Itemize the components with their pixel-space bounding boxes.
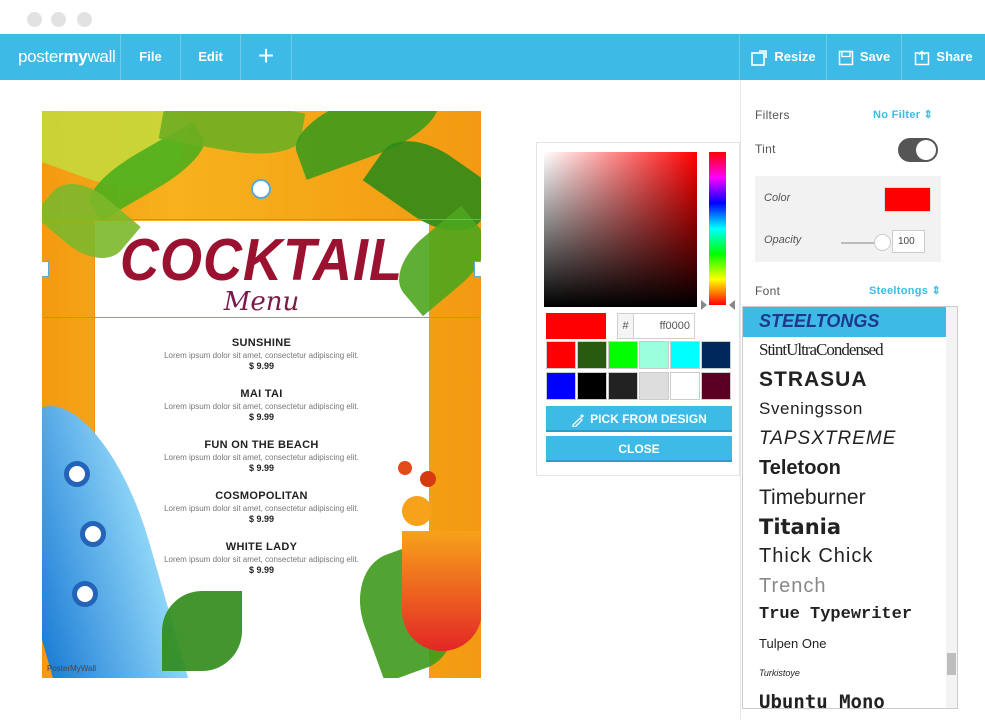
flower-decoration [72,581,98,607]
color-swatch[interactable] [701,341,731,369]
selection-line [42,219,481,220]
tint-label: Tint [755,142,776,156]
poster-subtitle[interactable]: Menu [42,287,481,317]
flower-decoration [64,461,90,487]
current-color-swatch [546,313,606,339]
poster-title[interactable]: COCKTAIL [42,226,481,294]
window-chrome [0,0,985,34]
opacity-input[interactable]: 100 [892,230,925,253]
share-label: Share [936,49,973,64]
color-swatch[interactable] [577,341,607,369]
font-option[interactable]: Sveningsson [743,395,948,425]
cherry-decoration [398,461,412,475]
menu-item-price: $ 9.99 [248,412,275,422]
font-option[interactable]: STRASUA [743,365,948,395]
menu-item[interactable]: MAI TAI Lorem ipsum dolor sit amet, cons… [42,388,481,422]
saturation-value-area[interactable] [544,152,697,307]
flower-decoration [80,521,106,547]
save-icon [838,50,854,65]
font-list[interactable]: STEELTONGS StintUltraCondensed STRASUA S… [742,306,958,709]
tint-toggle[interactable] [898,138,938,162]
hex-hash: # [618,314,634,338]
color-swatch[interactable] [701,372,731,400]
tint-color-button[interactable] [884,187,931,212]
font-option[interactable]: Tulpen One [743,629,948,659]
menu-item-desc: Lorem ipsum dolor sit amet, consectetur … [164,402,359,411]
font-option[interactable]: Trench [743,571,948,601]
top-toolbar: postermywall File Edit + Resize Save Sha… [0,34,985,80]
color-swatch[interactable] [546,372,576,400]
font-option[interactable]: Teletoon [743,453,948,483]
menu-item-name: SUNSHINE [231,337,292,349]
monstera-leaf [162,591,242,671]
hex-value[interactable]: ff0000 [660,314,690,338]
font-option[interactable]: STEELTONGS [743,307,948,337]
font-option[interactable]: StintUltraCondensed [743,336,948,366]
resize-label: Resize [774,49,816,64]
menu-item[interactable]: SUNSHINE Lorem ipsum dolor sit amet, con… [42,337,481,371]
color-swatch[interactable] [670,372,700,400]
pick-label: PICK FROM DESIGN [590,412,707,426]
color-label: Color [764,192,791,204]
add-button[interactable]: + [240,34,292,80]
filters-label: Filters [755,108,790,122]
color-swatch[interactable] [639,372,669,400]
color-swatch[interactable] [670,341,700,369]
menu-item-price: $ 9.99 [248,361,275,371]
hex-input[interactable]: # ff0000 [617,313,695,339]
scrollbar-thumb[interactable] [947,653,956,675]
share-icon [915,50,930,65]
font-option[interactable]: Ubuntu Mono [743,687,948,708]
font-option[interactable]: TAPSXTREME [743,424,948,454]
pick-from-design-button[interactable]: PICK FROM DESIGN [546,406,732,432]
filters-dropdown[interactable]: No Filter ⇕ [873,108,933,121]
font-option[interactable]: Turkistoye [743,658,948,688]
save-label: Save [859,49,891,64]
color-picker-popup: # ff0000 PICK FROM DESIGN CLOSE [536,142,740,476]
poster-design[interactable]: COCKTAIL Menu SUNSHINE Lorem ipsum dolor… [42,111,481,678]
color-swatch[interactable] [639,341,669,369]
font-list-scrollbar[interactable] [946,307,957,708]
rotate-handle-icon[interactable] [251,179,271,199]
cocktail-glass-image [402,531,481,651]
edit-menu[interactable]: Edit [180,34,240,80]
hue-slider[interactable] [709,152,726,305]
save-button[interactable]: Save [826,34,901,80]
color-swatch[interactable] [577,372,607,400]
window-dot [77,12,92,27]
selection-line [42,317,481,318]
color-swatch[interactable] [608,372,638,400]
window-dot [27,12,42,27]
file-menu[interactable]: File [120,34,180,80]
slider-thumb[interactable] [874,234,891,251]
color-swatch[interactable] [608,341,638,369]
resize-icon [751,49,768,66]
window-dot [51,12,66,27]
cherry-decoration [420,471,436,487]
share-button[interactable]: Share [901,34,985,80]
opacity-label: Opacity [764,234,802,246]
hue-pointer-icon[interactable] [701,300,735,310]
app-logo[interactable]: postermywall [18,47,116,67]
opacity-slider[interactable] [841,234,891,251]
properties-panel: Filters No Filter ⇕ Tint Color Opacity 1… [740,80,985,720]
color-swatch[interactable] [546,341,576,369]
eyedropper-icon [572,413,585,428]
orange-slice [402,496,432,526]
font-dropdown[interactable]: Steeltongs ⇕ [869,284,941,297]
font-option[interactable]: Thick Chick [743,541,948,571]
font-option[interactable]: True Typewriter [743,600,948,630]
font-option[interactable]: Titania [743,512,948,542]
watermark: PosterMyWall [47,664,97,673]
tint-options: Color Opacity 100 [755,176,941,262]
toggle-knob [916,140,936,160]
menu-item-name: MAI TAI [240,388,283,400]
menu-item-desc: Lorem ipsum dolor sit amet, consectetur … [164,351,359,360]
close-button[interactable]: CLOSE [546,436,732,462]
font-option[interactable]: Timeburner [743,483,948,513]
font-label: Font [755,284,781,298]
resize-button[interactable]: Resize [739,34,826,80]
